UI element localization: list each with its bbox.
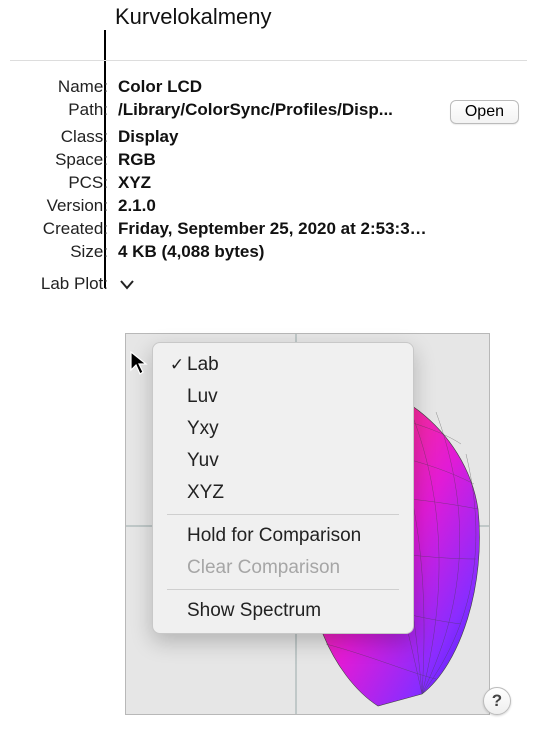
size-value: 4 KB (4,088 bytes): [118, 242, 428, 262]
menu-item-label: Yxy: [187, 418, 395, 440]
menu-item-xyz[interactable]: XYZ: [153, 477, 413, 509]
class-value: Display: [118, 127, 428, 147]
size-label: Size:: [18, 242, 108, 262]
help-button[interactable]: ?: [483, 687, 511, 715]
check-icon: ✓: [167, 355, 187, 375]
menu-item-label: Show Spectrum: [187, 600, 395, 622]
menu-item-label: Yuv: [187, 450, 395, 472]
menu-item-label: Lab: [187, 354, 395, 376]
annotation-title: Kurvelokalmeny: [115, 4, 272, 30]
pcs-label: PCS:: [18, 173, 108, 193]
class-label: Class:: [18, 127, 108, 147]
menu-item-show-spectrum[interactable]: Show Spectrum: [153, 595, 413, 627]
menu-item-label: XYZ: [187, 482, 395, 504]
menu-item-label: Clear Comparison: [187, 557, 395, 579]
version-value: 2.1.0: [118, 196, 428, 216]
menu-item-label: Hold for Comparison: [187, 525, 395, 547]
menu-item-yuv[interactable]: Yuv: [153, 445, 413, 477]
lab-plot-row: Lab Plot:: [10, 272, 527, 294]
name-label: Name:: [18, 77, 108, 97]
open-button[interactable]: Open: [450, 100, 519, 124]
lab-plot-dropdown-trigger[interactable]: [118, 276, 136, 294]
profile-info-table: Name: Color LCD Path: /Library/ColorSync…: [10, 77, 527, 262]
pcs-value: XYZ: [118, 173, 428, 193]
menu-item-label: Luv: [187, 386, 395, 408]
menu-item-luv[interactable]: Luv: [153, 381, 413, 413]
lab-plot-popup-menu: ✓ Lab Luv Yxy Yuv XYZ Hold for Compariso…: [152, 342, 414, 634]
name-value: Color LCD: [118, 77, 428, 97]
menu-separator: [167, 514, 399, 515]
menu-separator: [167, 589, 399, 590]
menu-item-clear-comparison: Clear Comparison: [153, 552, 413, 584]
path-value: /Library/ColorSync/Profiles/Disp...: [118, 100, 428, 124]
menu-item-hold-comparison[interactable]: Hold for Comparison: [153, 520, 413, 552]
chevron-down-icon: [120, 280, 134, 290]
created-label: Created:: [18, 219, 108, 239]
lab-plot-label: Lab Plot:: [18, 272, 108, 294]
profile-info-panel: Name: Color LCD Path: /Library/ColorSync…: [10, 60, 527, 729]
version-label: Version:: [18, 196, 108, 216]
menu-item-lab[interactable]: ✓ Lab: [153, 349, 413, 381]
space-value: RGB: [118, 150, 428, 170]
space-label: Space:: [18, 150, 108, 170]
created-value: Friday, September 25, 2020 at 2:53:37 P.…: [118, 219, 428, 239]
menu-item-yxy[interactable]: Yxy: [153, 413, 413, 445]
path-label: Path:: [18, 100, 108, 124]
